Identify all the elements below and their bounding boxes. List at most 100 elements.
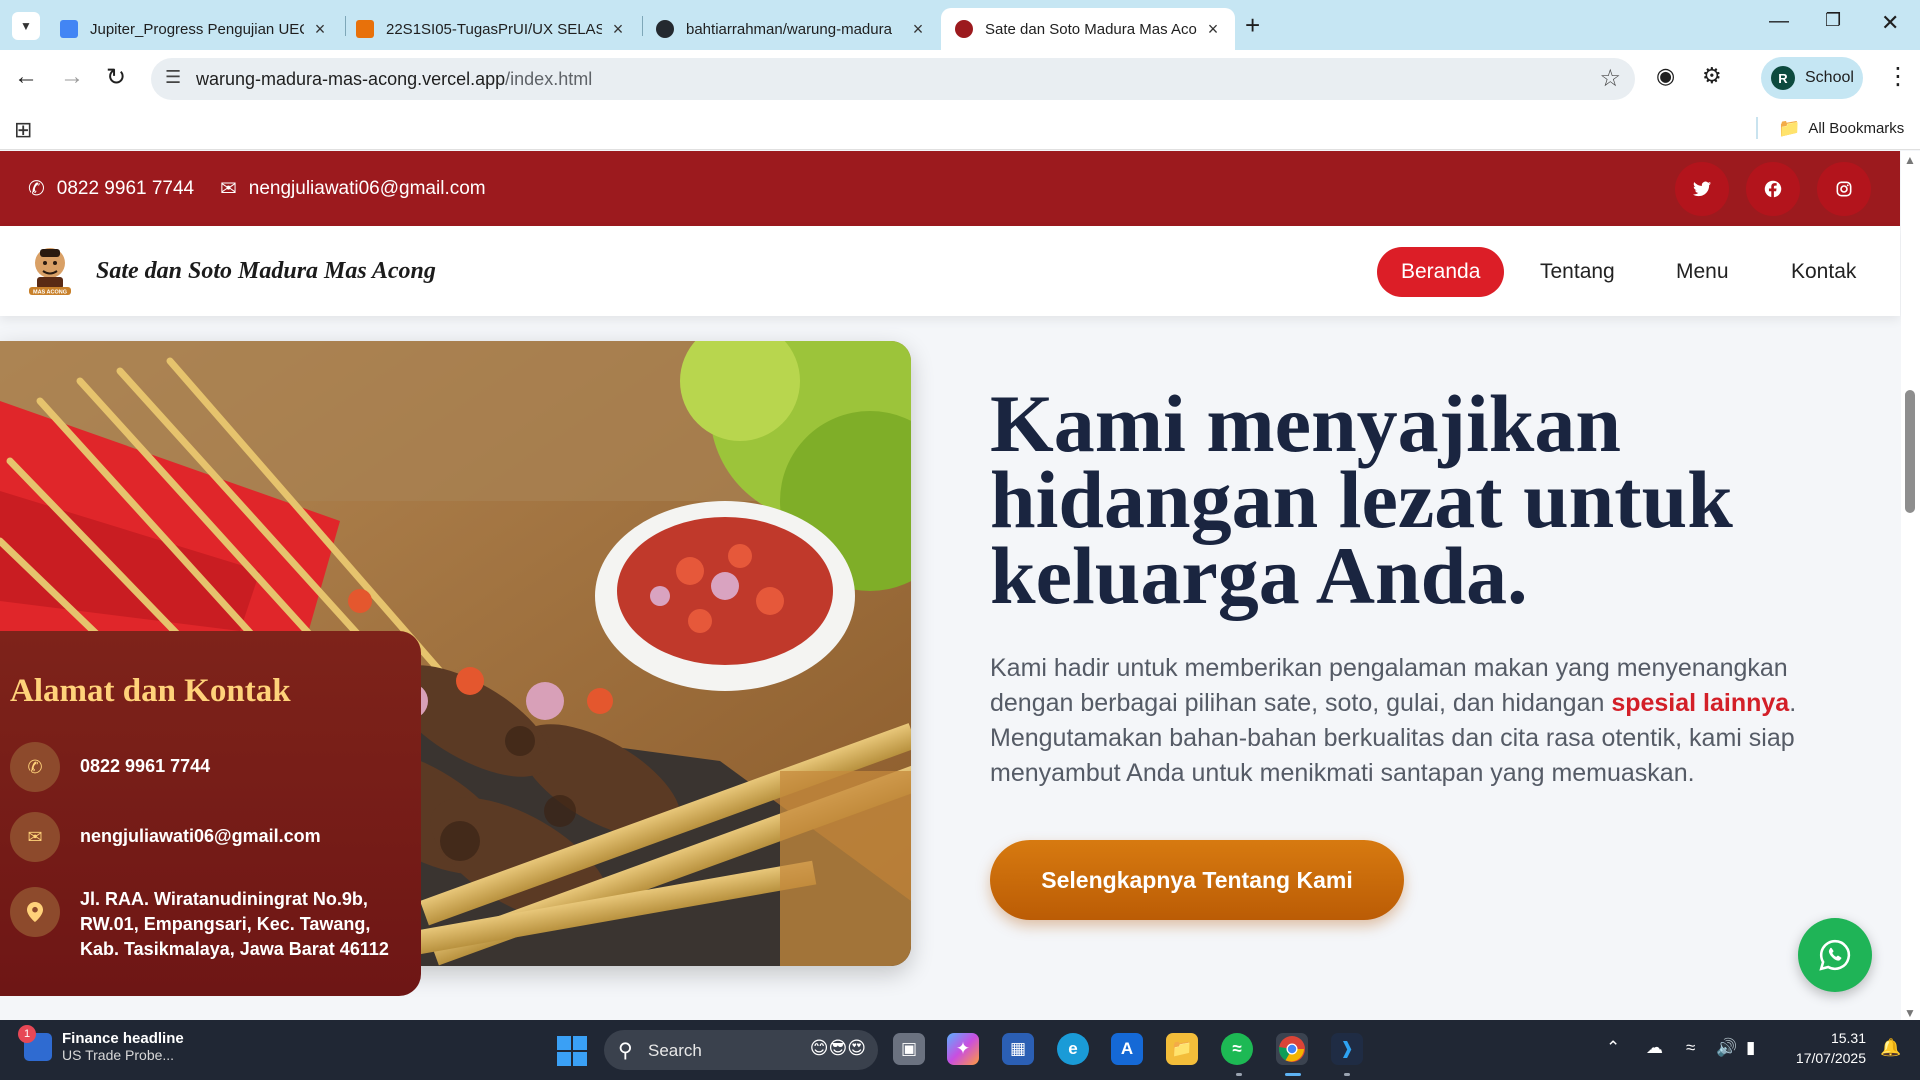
windows-taskbar: 1 Finance headline US Trade Probe... ⚲ S… (0, 1020, 1920, 1080)
chevron-down-icon: ▼ (20, 19, 32, 33)
news-subtitle: US Trade Probe... (62, 1047, 175, 1063)
app-icon[interactable]: A (1111, 1033, 1143, 1065)
contact-phone: 0822 9961 7744 (80, 756, 211, 776)
nav-link-menu[interactable]: Menu (1652, 247, 1753, 297)
whatsapp-icon[interactable] (1798, 918, 1872, 992)
browser-toolbar: ← → ↻ ☰ warung-madura-mas-acong.vercel.a… (0, 50, 1920, 108)
minimize-icon[interactable]: — (1769, 10, 1789, 33)
topbar-phone-text: 0822 9961 7744 (56, 177, 195, 199)
volume-icon[interactable]: 🔊 (1716, 1038, 1737, 1058)
browser-tab-active[interactable]: Sate dan Soto Madura Mas Acong × (941, 8, 1235, 50)
edge-icon[interactable]: e (1057, 1033, 1089, 1065)
site-info-icon[interactable]: ☰ (165, 67, 181, 88)
brand-logo[interactable]: MAS ACONG (25, 243, 75, 297)
copilot-icon[interactable]: ✦ (947, 1033, 979, 1065)
notification-bell-icon[interactable]: 🔔 (1880, 1038, 1901, 1058)
news-badge: 1 (18, 1024, 36, 1043)
url-host: warung-madura-mas-acong.vercel.app (196, 69, 506, 89)
taskbar-search[interactable]: ⚲ Search 😊😎😍 (604, 1030, 878, 1070)
back-icon[interactable]: ← (14, 63, 38, 91)
contact-email: nengjuliawati06@gmail.com (80, 826, 321, 846)
windows-start-icon[interactable] (557, 1036, 587, 1066)
news-widget[interactable]: 1 Finance headline US Trade Probe... (18, 1024, 184, 1063)
extensions-puzzle-icon[interactable]: ⚙ (1702, 63, 1722, 89)
folder-icon: 📁 (1778, 118, 1801, 138)
close-icon[interactable]: × (312, 19, 328, 40)
close-icon[interactable]: × (910, 19, 926, 40)
active-app-indicator (1285, 1073, 1301, 1076)
topbar-email[interactable]: ✉ nengjuliawati06@gmail.com (220, 176, 486, 201)
profile-button[interactable]: R School (1761, 57, 1863, 99)
avatar: R (1771, 66, 1795, 90)
contact-email-row[interactable]: ✉ nengjuliawati06@gmail.com (10, 812, 321, 862)
github-icon (656, 20, 674, 38)
reload-icon[interactable]: ↻ (106, 63, 126, 92)
window-close-icon[interactable]: ✕ (1881, 10, 1899, 36)
contact-address-row: Jl. RAA. Wiratanudiningrat No.9b, RW.01,… (10, 887, 389, 962)
vscode-icon[interactable]: ❱ (1331, 1033, 1363, 1065)
bookmark-star-icon[interactable]: ☆ (1599, 64, 1621, 93)
nav-link-tentang[interactable]: Tentang (1516, 247, 1639, 297)
about-us-button[interactable]: Selengkapnya Tentang Kami (990, 840, 1404, 920)
brand-name[interactable]: Sate dan Soto Madura Mas Acong (96, 258, 436, 285)
browser-tab[interactable]: Jupiter_Progress Pengujian UEQ × (46, 8, 342, 50)
url-text[interactable]: warung-madura-mas-acong.vercel.app/index… (196, 69, 592, 90)
chrome-icon[interactable] (1276, 1033, 1308, 1065)
envelope-icon: ✉ (10, 812, 60, 862)
news-icon: 1 (18, 1024, 52, 1061)
envelope-icon: ✉ (220, 178, 237, 200)
spotify-icon[interactable]: ≈ (1221, 1033, 1253, 1065)
logo-text: MAS ACONG (33, 290, 67, 296)
onedrive-icon[interactable]: ☁ (1646, 1038, 1663, 1058)
show-hidden-icons-icon[interactable]: ⌃ (1606, 1038, 1620, 1058)
tab-search-button[interactable]: ▼ (12, 12, 40, 40)
news-title: Finance headline (62, 1030, 184, 1047)
scrollbar-thumb[interactable] (1905, 390, 1915, 513)
all-bookmarks-label: All Bookmarks (1808, 120, 1905, 137)
all-bookmarks-button[interactable]: 📁 All Bookmarks (1778, 118, 1904, 139)
page-scrollbar[interactable] (1901, 151, 1920, 1020)
site-navbar: MAS ACONG Sate dan Soto Madura Mas Acong… (0, 226, 1900, 316)
browser-tab[interactable]: bahtiarrahman/warung-madura × (642, 8, 940, 50)
new-tab-button[interactable]: + (1245, 10, 1260, 41)
browser-tab[interactable]: 22S1SI05-TugasPrUI/UX SELASA × (342, 8, 640, 50)
forward-icon[interactable]: → (60, 63, 84, 91)
contact-topbar: ✆ 0822 9961 7744 ✉ nengjuliawati06@gmail… (0, 151, 1900, 226)
task-view-icon[interactable]: ▣ (893, 1033, 925, 1065)
running-indicator (1236, 1073, 1242, 1076)
instagram-icon[interactable] (1817, 162, 1871, 216)
map-pin-icon (10, 887, 60, 937)
extension-perplexity-icon[interactable]: ◉ (1656, 63, 1675, 89)
scroll-down-icon[interactable]: ▼ (1904, 1006, 1916, 1020)
scroll-up-icon[interactable]: ▲ (1904, 153, 1916, 167)
tab-title: Sate dan Soto Madura Mas Acong (985, 20, 1197, 38)
close-icon[interactable]: × (610, 19, 626, 40)
hero-headline: Kami menyajikan hidangan lezat untuk kel… (990, 378, 1733, 621)
wifi-icon[interactable]: ≈ (1686, 1038, 1695, 1058)
topbar-email-text: nengjuliawati06@gmail.com (248, 177, 486, 199)
phone-icon: ✆ (28, 178, 45, 200)
search-icon: ⚲ (618, 1040, 633, 1062)
restore-icon[interactable]: ❐ (1825, 10, 1841, 31)
browser-tab-strip: ▼ Jupiter_Progress Pengujian UEQ × 22S1S… (0, 0, 1920, 50)
twitter-icon[interactable] (1675, 162, 1729, 216)
facebook-icon[interactable] (1746, 162, 1800, 216)
close-icon[interactable]: × (1205, 19, 1221, 40)
tab-title: Jupiter_Progress Pengujian UEQ (90, 20, 304, 38)
nav-link-kontak[interactable]: Kontak (1767, 247, 1880, 297)
system-clock[interactable]: 15.31 17/07/2025 (1786, 1028, 1866, 1068)
profile-name: School (1805, 69, 1854, 86)
file-explorer-icon[interactable]: 📁 (1166, 1033, 1198, 1065)
more-menu-icon[interactable]: ⋮ (1886, 62, 1910, 91)
clock-date: 17/07/2025 (1795, 1050, 1866, 1066)
microsoft-store-icon[interactable]: ▦ (1002, 1033, 1034, 1065)
contact-address: Jl. RAA. Wiratanudiningrat No.9b, RW.01,… (80, 889, 389, 959)
nav-link-beranda[interactable]: Beranda (1377, 247, 1505, 297)
topbar-phone[interactable]: ✆ 0822 9961 7744 (28, 176, 194, 201)
address-bar[interactable]: ☰ warung-madura-mas-acong.vercel.app/ind… (151, 58, 1635, 100)
contact-card: Alamat dan Kontak ✆ 0822 9961 7744 ✉ nen… (0, 631, 421, 996)
apps-grid-icon[interactable]: ⊞ (14, 117, 32, 143)
contact-phone-row[interactable]: ✆ 0822 9961 7744 (10, 742, 210, 792)
running-indicator (1344, 1073, 1350, 1076)
battery-icon[interactable]: ▮ (1746, 1038, 1755, 1058)
